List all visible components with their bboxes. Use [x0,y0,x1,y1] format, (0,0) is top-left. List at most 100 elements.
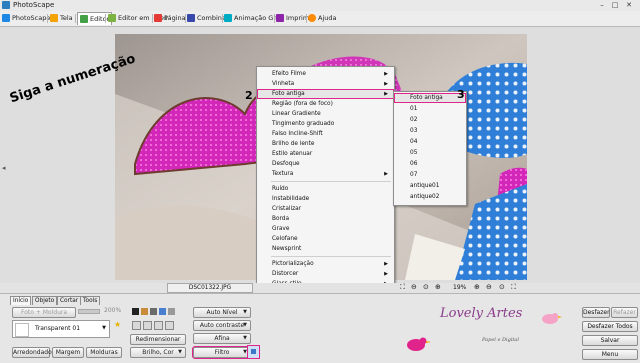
zoom-in-icon[interactable]: ⊕ [435,283,444,292]
bird-icon [542,313,562,324]
submenu-item-label: 02 [410,117,418,123]
rounded-button[interactable]: Arredondado [12,347,52,358]
submenu-item[interactable]: 03 [394,126,466,136]
favorite-star-icon[interactable]: ★ [114,320,121,329]
lovely-artes-logo: Lovely Artes Papel e Digital [407,306,572,354]
color-sepia-icon[interactable] [141,308,148,315]
menu-button[interactable]: Menu [582,349,638,360]
filter-menu-item[interactable]: Grave [257,224,394,234]
submenu-item-label: 05 [410,150,418,156]
menu-item-label: Newsprint [272,246,302,252]
undo-button[interactable]: Desfazer [582,307,610,318]
toolbar-pagina[interactable]: Página [154,12,186,24]
menu-item-label: Desfoque [272,161,300,167]
margin-button[interactable]: Margem [52,347,84,358]
close-button[interactable]: ✕ [624,1,634,9]
menu-item-label: Região (fora de foco) [272,101,333,107]
filter-menu-item[interactable]: Vinheta ▶ [257,79,394,89]
submenu-item[interactable]: antique01 [394,181,466,191]
frame-size-slider[interactable] [78,309,100,314]
rotate-left-icon[interactable] [132,321,141,330]
tab-cortar[interactable]: Cortar [57,296,82,305]
submenu-item[interactable]: 07 [394,170,466,180]
tool-icons-row-2 [132,321,192,330]
submenu-item[interactable]: 05 [394,148,466,158]
zoom-in-2-icon[interactable]: ⊕ [474,283,483,292]
sharpen-button[interactable]: Afina ▼ [193,333,251,344]
submenu-arrow-icon: ▶ [384,91,388,97]
filter-menu-item[interactable]: Celofane [257,234,394,244]
editor-icon [80,15,88,23]
auto-level-button[interactable]: Auto Nível ▼ [193,307,251,318]
filter-menu-item[interactable]: Textura ▶ [257,169,394,179]
grayscale-icon[interactable] [150,308,157,315]
color-blue-icon[interactable] [159,308,166,315]
minimize-button[interactable]: – [597,1,607,9]
menu-item-label: Linear Gradiente [272,111,321,117]
filter-menu-item[interactable]: Linear Gradiente [257,109,394,119]
redo-button[interactable]: Refazer [611,307,638,318]
filter-menu-item[interactable]: Borda [257,214,394,224]
filter-menu-item[interactable]: Falso Incline-Shift [257,129,394,139]
filter-menu-item[interactable]: Região (fora de foco) [257,99,394,109]
submenu-item-label: Foto antiga [410,95,443,101]
toolbar-animacao-gif[interactable]: Animação Gif [224,12,277,24]
menu-item-label: Pictorialização [272,261,314,267]
filter-menu-item[interactable]: Instabilidade [257,194,394,204]
filter-menu-item[interactable]: Cristalizar [257,204,394,214]
filter-menu-item[interactable]: Pictorialização ▶ [257,259,394,269]
zoom-actual-icon[interactable]: ⊙ [423,283,432,292]
submenu-item[interactable]: 02 [394,115,466,125]
menu-item-label: Estilo atenuar [272,151,313,157]
frames-button[interactable]: Molduras [86,347,122,358]
fit-icon[interactable]: ⛶ [400,283,409,292]
filter-icon-button[interactable] [247,345,260,359]
panel-collapse-handle[interactable]: ◂ [2,164,8,176]
effect-icon[interactable] [168,308,175,315]
filter-menu-item[interactable]: Tingimento graduado [257,119,394,129]
filter-menu-item[interactable]: Efeito Filme ▶ [257,69,394,79]
maximize-button[interactable]: □ [610,1,620,9]
submenu-item-label: 07 [410,172,418,178]
toolbar-editor[interactable]: Editor [77,12,113,25]
frame-selector[interactable]: Transparent 01 ▼ [12,320,110,338]
frame-mode-button[interactable]: Foto + Moldura [12,307,76,318]
undo-all-button[interactable]: Desfazer Todos [582,321,638,332]
dropdown-arrow-icon: ▼ [243,309,247,315]
filter-menu-item[interactable]: Ruído [257,184,394,194]
filter-button[interactable]: Filtro ▼ [192,346,252,359]
submenu-item[interactable]: 04 [394,137,466,147]
filter-menu-item[interactable]: Newsprint [257,244,394,254]
tab-objeto[interactable]: Objeto [32,296,58,305]
toolbar-combine[interactable]: Combine [187,12,226,24]
tab-tools[interactable]: Tools [80,296,101,305]
mirror-icon[interactable] [165,321,174,330]
auto-contrast-button[interactable]: Auto contraste ▼ [193,320,251,331]
submenu-item[interactable]: Foto antiga [394,93,466,103]
filter-menu-item[interactable]: Desfoque [257,159,394,169]
save-button[interactable]: Salvar [582,335,638,346]
submenu-item[interactable]: antique02 [394,192,466,202]
brightness-color-button[interactable]: Brilho, Cor ▼ [130,347,186,358]
submenu-item[interactable]: 06 [394,159,466,169]
fullscreen-icon[interactable]: ⛶ [511,283,520,292]
filter-menu-item[interactable]: Brilho de lente [257,139,394,149]
toolbar-tela[interactable]: Tela [50,12,73,24]
menu-item-label: Borda [272,216,290,222]
filter-menu-item[interactable]: Distorcer ▶ [257,269,394,279]
toolbar-ajuda[interactable]: Ajuda [308,12,336,24]
zoom-out-icon[interactable]: ⊖ [411,283,420,292]
flip-icon[interactable] [154,321,163,330]
resize-button[interactable]: Redimensionar [130,334,186,345]
batch-editor-icon [108,14,116,22]
filter-menu-item[interactable]: Foto antiga ▶ [257,89,394,99]
color-black-icon[interactable] [132,308,139,315]
submenu-item[interactable]: 01 [394,104,466,114]
toolbar-photoscape[interactable]: PhotoScape [2,12,50,24]
zoom-out-2-icon[interactable]: ⊖ [486,283,495,292]
zoom-fit-icon[interactable]: ⊙ [499,283,508,292]
filter-menu-item[interactable]: Estilo atenuar [257,149,394,159]
menu-separator [271,256,391,257]
tab-inicio[interactable]: Início [10,296,32,305]
rotate-right-icon[interactable] [143,321,152,330]
